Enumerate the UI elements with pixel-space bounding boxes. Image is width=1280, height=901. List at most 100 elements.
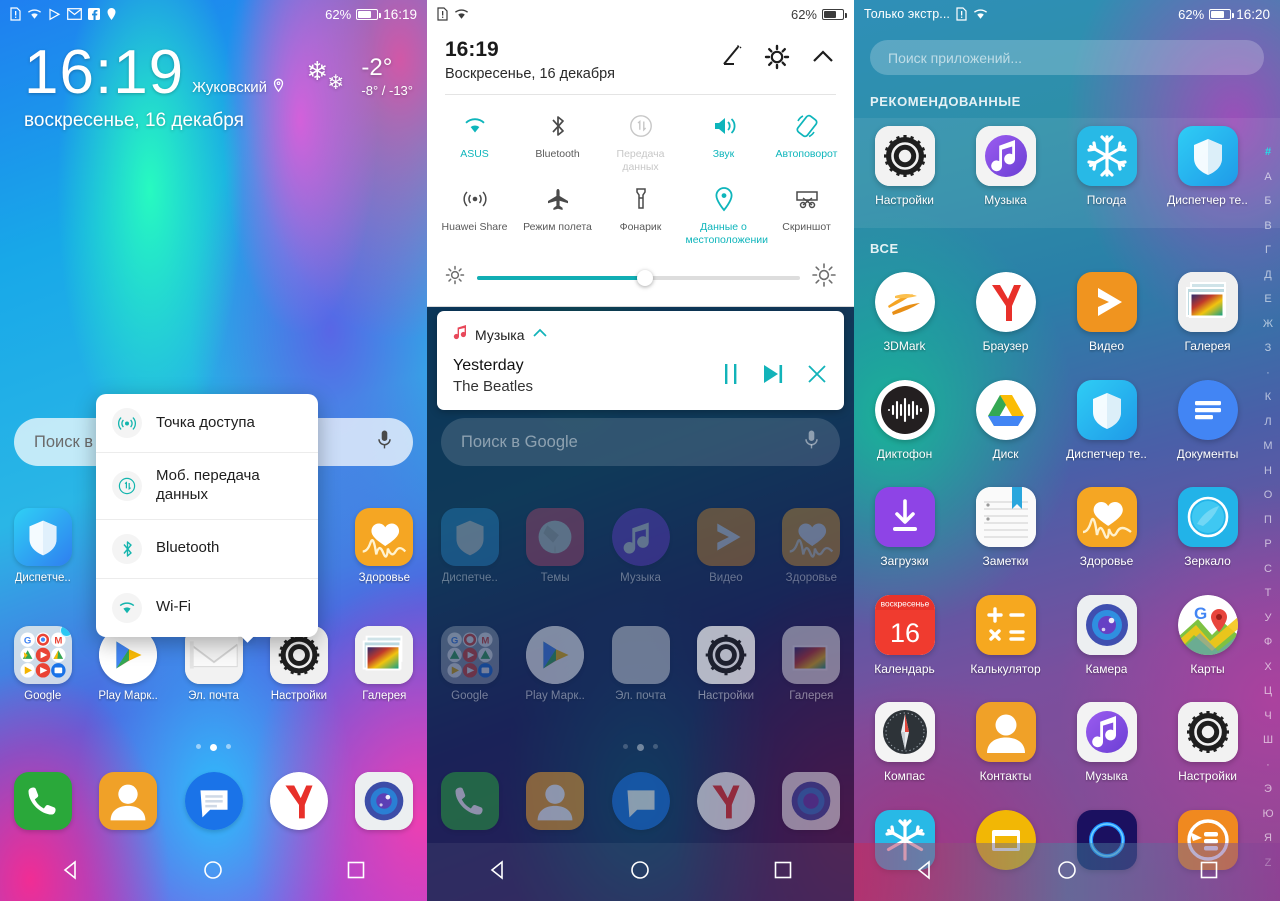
alpha-letter[interactable]: Е [1264,287,1271,312]
popup-item-hotspot[interactable]: Точка доступа [96,394,318,452]
toggle-huawei-share[interactable]: Huawei Share [433,178,516,251]
alpha-letter[interactable]: К [1265,385,1271,410]
app-mirror[interactable]: Зеркало [1157,487,1258,568]
home-app-gallery[interactable]: Галерея [769,626,854,702]
home-app-health[interactable]: Здоровье [769,508,854,584]
alpha-letter[interactable]: Д [1264,263,1271,288]
home-app-video[interactable]: Видео [683,508,768,584]
alpha-letter[interactable]: А [1264,165,1271,190]
alpha-letter[interactable]: Н [1264,459,1272,484]
alpha-letter[interactable]: З [1265,336,1272,361]
app-notes[interactable]: Заметки [955,487,1056,568]
home-app-health[interactable]: Здоровье [342,508,427,584]
back-icon[interactable] [914,859,936,886]
page-dot[interactable] [196,744,201,749]
app-settings[interactable]: Настройки [854,126,955,207]
alpha-letter[interactable]: Л [1264,410,1271,435]
alpha-letter[interactable]: С [1264,557,1272,582]
popup-item-mobile-data[interactable]: Моб. передача данных [96,452,318,519]
alpha-letter[interactable]: · [1266,753,1270,778]
recents-icon[interactable] [772,859,794,886]
google-search-bar[interactable]: Поиск в Google [441,418,840,466]
home-app-play-store[interactable]: Play Марк.. [85,626,170,702]
app-docs[interactable]: Документы [1157,380,1258,461]
dock-phone[interactable] [427,772,512,830]
alpha-letter[interactable]: Х [1264,655,1271,680]
brightness-slider[interactable] [477,269,800,286]
back-icon[interactable] [487,859,509,886]
microphone-icon[interactable] [376,429,393,456]
app-camera[interactable]: Камера [1056,595,1157,676]
dock-yandex[interactable] [683,772,768,830]
page-dot[interactable] [623,744,628,749]
alpha-letter[interactable]: Б [1264,189,1271,214]
alpha-letter[interactable]: Ш [1263,728,1273,753]
page-dot[interactable] [226,744,231,749]
alpha-letter[interactable]: # [1265,140,1271,165]
app-gallery[interactable]: Галерея [1157,272,1258,353]
alpha-letter[interactable]: Ц [1264,679,1272,704]
home-icon[interactable] [202,859,224,886]
toggle-bluetooth[interactable]: Bluetooth [516,105,599,178]
app-contacts[interactable]: Контакты [955,702,1056,783]
page-dot[interactable] [653,744,658,749]
toggle-sound[interactable]: Звук [682,105,765,178]
alpha-letter[interactable]: О [1264,483,1273,508]
toggle-airplane[interactable]: Режим полета [516,178,599,251]
home-app-settings[interactable]: Настройки [256,626,341,702]
dock-messages[interactable] [598,772,683,830]
alphabet-index[interactable]: # А Б В Г Д Е Ж З · К Л М Н О П Р С Т У … [1258,140,1278,875]
app-search-input[interactable]: Поиск приложений... [870,40,1264,75]
alpha-letter[interactable]: · [1266,361,1270,386]
back-icon[interactable] [60,859,82,886]
app-weather[interactable]: Погода [1056,126,1157,207]
dock-contacts[interactable] [85,772,170,830]
app-phone-manager-2[interactable]: Диспетчер те.. [1056,380,1157,461]
next-track-icon[interactable] [761,362,785,391]
music-notification[interactable]: Музыка Yesterday The Beatles [437,311,844,410]
alpha-letter[interactable]: Р [1264,532,1271,557]
app-calculator[interactable]: Калькулятор [955,595,1056,676]
dock-camera[interactable] [769,772,854,830]
close-icon[interactable] [806,363,828,390]
collapse-chevron-icon[interactable] [810,44,836,75]
app-downloads[interactable]: Загрузки [854,487,955,568]
brightness-knob[interactable] [636,269,653,286]
app-drive[interactable]: Диск [955,380,1056,461]
home-app-play-store[interactable]: Play Марк.. [512,626,597,702]
dock-camera[interactable] [342,772,427,830]
alpha-letter[interactable]: П [1264,508,1272,533]
alpha-letter[interactable]: Ю [1262,802,1273,827]
microphone-icon[interactable] [803,429,820,456]
alpha-letter[interactable]: В [1264,214,1271,239]
page-dot-active[interactable] [637,744,644,751]
quick-toggle-popup[interactable]: Точка доступа Моб. передача данных Bluet… [96,394,318,637]
alpha-letter[interactable]: Ч [1264,704,1271,729]
page-dot-active[interactable] [210,744,217,751]
recents-icon[interactable] [345,859,367,886]
home-app-email[interactable]: Эл. почта [598,626,683,702]
app-health[interactable]: Здоровье [1056,487,1157,568]
app-browser[interactable]: Браузер [955,272,1056,353]
toggle-screenshot[interactable]: Скриншот [765,178,848,251]
toggle-location[interactable]: Данные о местоположении [682,178,768,251]
home-app-gallery[interactable]: Галерея [342,626,427,702]
gear-icon[interactable] [764,44,790,75]
recents-icon[interactable] [1198,859,1220,886]
app-recorder[interactable]: Диктофон [854,380,955,461]
app-phone-manager[interactable]: Диспетчер те.. [1157,126,1258,207]
alpha-letter[interactable]: Г [1265,238,1271,263]
alpha-letter[interactable]: Т [1265,581,1272,606]
alpha-letter[interactable]: Ф [1264,630,1272,655]
home-app-themes[interactable]: Темы [512,508,597,584]
alpha-letter[interactable]: Ж [1263,312,1273,337]
home-icon[interactable] [1056,859,1078,886]
dock-yandex[interactable] [256,772,341,830]
toggle-data-transfer[interactable]: Передача данных [599,105,682,178]
popup-item-bluetooth[interactable]: Bluetooth [96,518,318,578]
app-3dmark[interactable]: 3DMark [854,272,955,353]
home-app-music[interactable]: Музыка [598,508,683,584]
chevron-up-icon[interactable] [532,326,548,344]
dock-phone[interactable] [0,772,85,830]
home-app-google-folder[interactable]: G M Google [427,626,512,702]
